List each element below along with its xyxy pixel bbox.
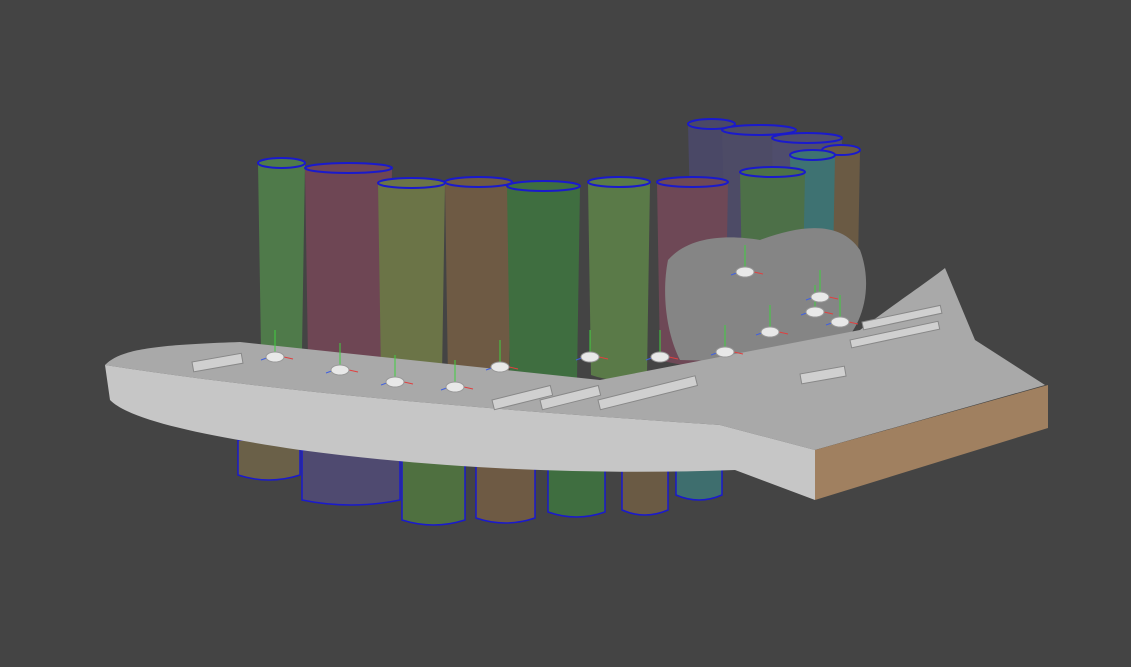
upper-tooth[interactable] (587, 176, 651, 380)
3d-viewport[interactable] (0, 0, 1131, 667)
upper-tooth[interactable] (506, 180, 581, 385)
upper-tooth[interactable] (257, 157, 306, 355)
upper-tooth[interactable] (444, 176, 513, 385)
upper-tooth[interactable] (377, 177, 446, 380)
